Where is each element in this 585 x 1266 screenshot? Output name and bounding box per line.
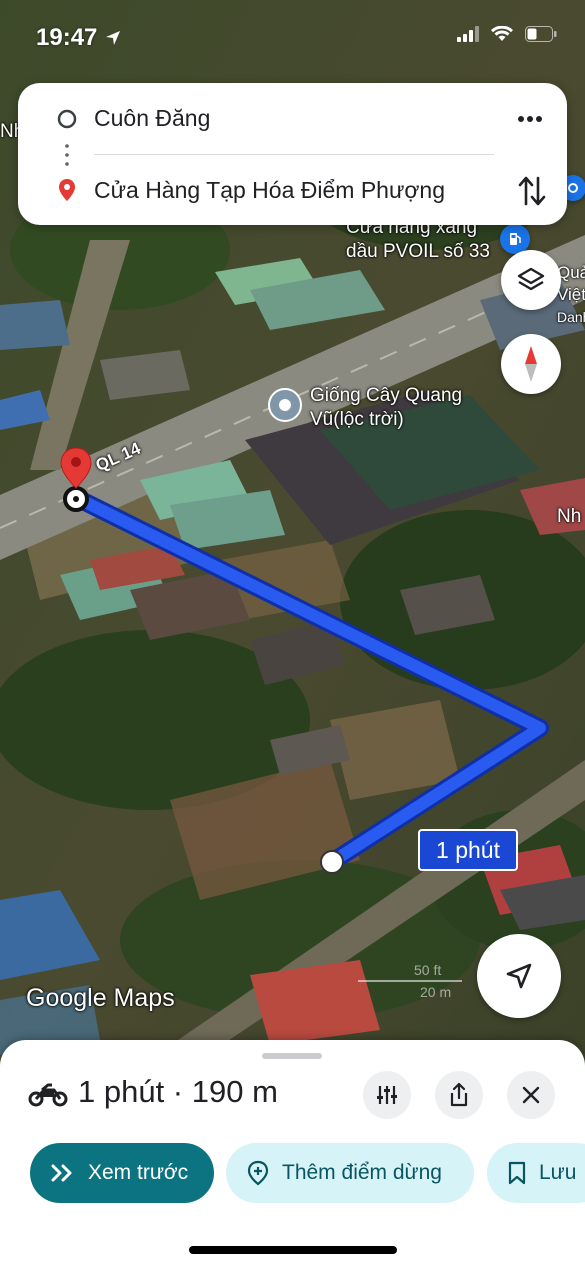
route-dots-icon [65, 144, 69, 166]
route-options-button[interactable] [363, 1071, 411, 1119]
origin-field[interactable]: Cuôn Đăng [94, 105, 210, 132]
map-label-place[interactable]: Giống Cây Quang Vũ(lộc trời) [310, 384, 462, 432]
layers-button[interactable] [501, 250, 561, 310]
map-label-edge-right: Nh [557, 506, 582, 527]
layers-icon [517, 267, 545, 291]
home-indicator[interactable] [189, 1246, 397, 1254]
map-label-edge-top-right: Quả Việt Danh [557, 263, 585, 325]
bookmark-icon [508, 1161, 526, 1185]
destination-pin-small-icon [59, 179, 75, 201]
save-button[interactable]: Lưu [487, 1143, 585, 1203]
add-location-icon [247, 1160, 269, 1186]
status-bar: 19:47 [0, 0, 585, 72]
signal-icon [457, 26, 479, 42]
motorbike-icon [28, 1083, 68, 1107]
sheet-drag-handle[interactable] [262, 1053, 322, 1059]
swap-route-icon[interactable] [518, 174, 546, 208]
destination-pin-icon[interactable] [60, 446, 92, 516]
close-icon [522, 1086, 540, 1104]
sliders-icon [377, 1086, 397, 1104]
map-scale: 50 ft 20 m [358, 962, 468, 1002]
place-pin-icon[interactable] [268, 388, 302, 422]
wifi-icon [491, 26, 513, 41]
origin-circle-icon [57, 109, 77, 129]
route-duration-badge[interactable]: 1 phút [418, 829, 518, 871]
destination-field[interactable]: Cửa Hàng Tạp Hóa Điểm Phượng [94, 177, 445, 204]
add-stop-button[interactable]: Thêm điểm dừng [226, 1143, 474, 1203]
route-start-point [320, 850, 344, 874]
preview-button[interactable]: Xem trước [30, 1143, 214, 1203]
close-button[interactable] [507, 1071, 555, 1119]
more-options-icon[interactable] [516, 110, 544, 130]
share-icon [450, 1082, 468, 1107]
card-divider [94, 154, 494, 155]
compass-button[interactable] [501, 334, 561, 394]
double-chevron-icon [51, 1164, 72, 1182]
battery-icon [525, 26, 557, 42]
my-location-button[interactable] [477, 934, 561, 1018]
compass-icon [525, 346, 537, 382]
route-summary: 1 phút · 190 m [78, 1074, 278, 1109]
share-button[interactable] [435, 1071, 483, 1119]
navigation-arrow-icon [506, 963, 532, 989]
location-arrow-icon [106, 31, 121, 45]
google-maps-attribution: Google Maps [26, 984, 175, 1012]
status-time: 19:47 [36, 24, 122, 52]
